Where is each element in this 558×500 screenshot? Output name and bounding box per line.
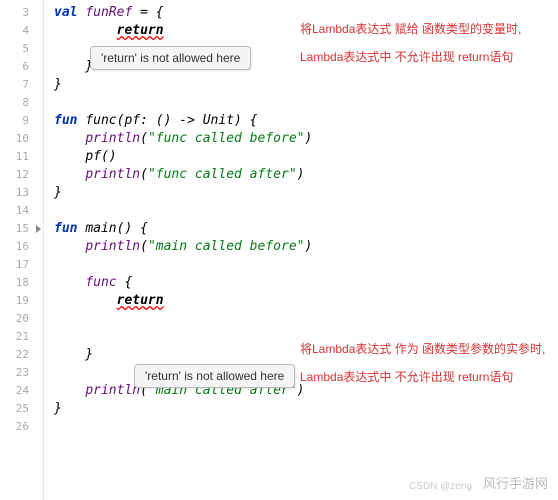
line-number[interactable]: 6 xyxy=(0,58,43,76)
line-number[interactable]: 19 xyxy=(0,292,43,310)
annotation-text: 将Lambda表达式 赋给 函数类型的变量时, xyxy=(300,20,521,37)
error-tooltip: 'return' is not allowed here xyxy=(90,46,251,70)
line-number[interactable]: 16 xyxy=(0,238,43,256)
code-line: pf() xyxy=(54,148,558,166)
code-line: println("func called before") xyxy=(54,130,558,148)
line-number[interactable]: 20 xyxy=(0,310,43,328)
line-number[interactable]: 5 xyxy=(0,40,43,58)
line-number[interactable]: 22 xyxy=(0,346,43,364)
code-editor: 3456789101112131415161718192021222324252… xyxy=(0,0,558,500)
code-line xyxy=(54,256,558,274)
watermark-site: 风行手游网 xyxy=(483,473,548,492)
line-number[interactable]: 25 xyxy=(0,400,43,418)
line-number-gutter: 3456789101112131415161718192021222324252… xyxy=(0,0,44,500)
return-keyword-error: return xyxy=(117,293,164,308)
code-line: } xyxy=(54,400,558,418)
code-line: println("func called after") xyxy=(54,166,558,184)
code-line: } xyxy=(54,184,558,202)
line-number[interactable]: 13 xyxy=(0,184,43,202)
code-line: println("main called before") xyxy=(54,238,558,256)
code-line xyxy=(54,202,558,220)
line-number[interactable]: 9 xyxy=(0,112,43,130)
return-keyword-error: return xyxy=(117,23,164,38)
line-number[interactable]: 17 xyxy=(0,256,43,274)
annotation-text: 将Lambda表达式 作为 函数类型参数的实参时, xyxy=(300,340,545,357)
code-line: fun func(pf: () -> Unit) { xyxy=(54,112,558,130)
code-line xyxy=(54,94,558,112)
line-number[interactable]: 10 xyxy=(0,130,43,148)
code-line: fun main() { xyxy=(54,220,558,238)
line-number[interactable]: 14 xyxy=(0,202,43,220)
watermark-csdn: CSDN @zeng xyxy=(409,481,472,492)
line-number[interactable]: 4 xyxy=(0,22,43,40)
line-number[interactable]: 15 xyxy=(0,220,43,238)
code-line: return xyxy=(54,292,558,310)
line-number[interactable]: 24 xyxy=(0,382,43,400)
line-number[interactable]: 12 xyxy=(0,166,43,184)
line-number[interactable]: 26 xyxy=(0,418,43,436)
code-line: func { xyxy=(54,274,558,292)
line-number[interactable]: 18 xyxy=(0,274,43,292)
code-line xyxy=(54,418,558,436)
error-tooltip: 'return' is not allowed here xyxy=(134,364,295,388)
annotation-text: Lambda表达式中 不允许出现 return语句 xyxy=(300,368,513,385)
code-line xyxy=(54,310,558,328)
code-line: } xyxy=(54,76,558,94)
line-number[interactable]: 23 xyxy=(0,364,43,382)
line-number[interactable]: 3 xyxy=(0,4,43,22)
line-number[interactable]: 11 xyxy=(0,148,43,166)
line-number[interactable]: 21 xyxy=(0,328,43,346)
annotation-text: Lambda表达式中 不允许出现 return语句 xyxy=(300,48,513,65)
code-area[interactable]: val funRef = { return } } fun func(pf: (… xyxy=(44,0,558,500)
line-number[interactable]: 8 xyxy=(0,94,43,112)
line-number[interactable]: 7 xyxy=(0,76,43,94)
